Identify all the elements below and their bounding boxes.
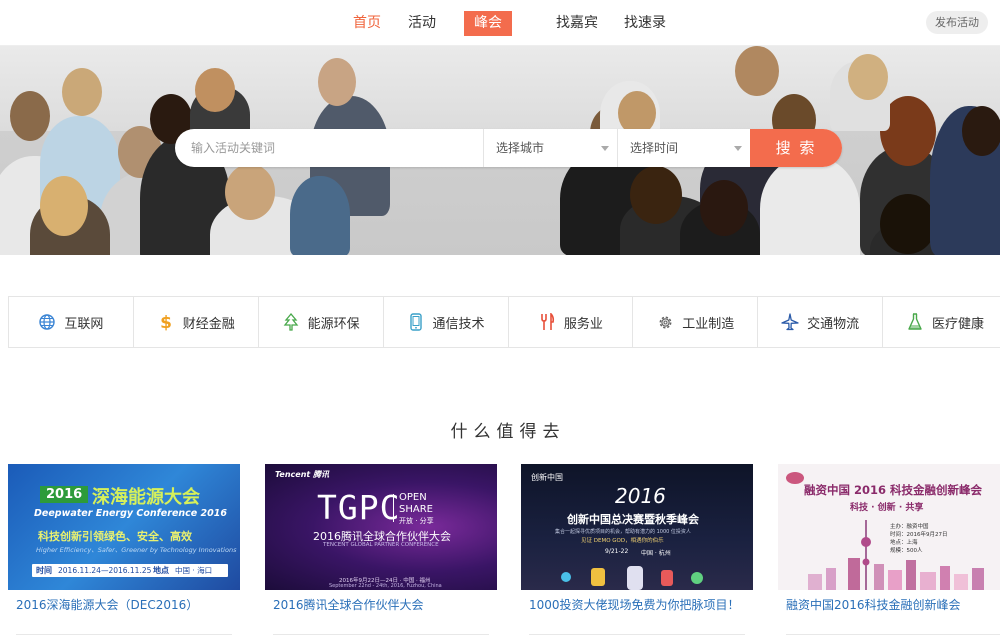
thumb-year: 2016 [615,484,666,508]
category-medical[interactable]: 医疗健康 [883,297,1000,347]
thumb-name: 深海能源大会 [92,487,200,508]
divider [786,634,1000,635]
section-title: 什么值得去 [450,422,566,442]
thumb-share: SHARE [399,504,433,515]
category-bar: 互联网 $ 财经金融 能源环保 通信技术 服务业 工业制造 交通物流 医疗健康 [8,296,1000,348]
event-title[interactable]: 2016深海能源大会（DEC2016） [16,596,236,613]
gear-icon [656,313,674,331]
thumb-share-cn: 开放 · 分享 [399,517,434,525]
thumb-date: 9/21-22 [605,548,629,555]
robot-illustration [541,566,733,590]
category-label: 通信技术 [432,316,485,332]
nav-home[interactable]: 首页 [353,12,381,32]
publish-event-button[interactable]: 发布活动 [926,11,988,34]
time-select[interactable]: 选择时间 [617,129,750,167]
category-label: 互联网 [64,316,104,332]
divider [529,634,745,635]
thumb-date: 2016.11.24—2016.11.25 [58,566,152,575]
search-input[interactable] [175,129,483,167]
flask-icon [906,313,924,331]
category-label: 交通物流 [807,316,860,332]
thumb-demo: 见证 DEMO GOD，相遇你的伯乐 [581,538,664,544]
thumb-place-label: 地点 [153,566,169,575]
thumb-place: 中国 · 海口 [175,566,213,575]
city-select[interactable]: 选择城市 [483,129,617,167]
event-title[interactable]: 2016腾讯全球合作伙伴大会 [273,596,493,613]
divider [16,634,232,635]
tree-icon [282,313,300,331]
thumb-brand: 创新中国 [531,473,563,482]
city-select-label: 选择城市 [496,141,545,155]
event-card[interactable]: 2016 深海能源大会 Deepwater Energy Conference … [8,464,240,641]
phone-icon [407,313,425,331]
thumb-en: Deepwater Energy Conference 2016 [34,508,227,519]
event-thumbnail[interactable]: 融资中国 2016 科技金融创新峰会 科技 · 创新 · 共享 主办：融资中国 … [778,464,1000,590]
thumb-brand: Tencent 腾讯 [275,470,330,479]
category-internet[interactable]: 互联网 [9,297,134,347]
logo-mark [786,472,804,484]
thumb-date-en: September 22nd - 24th, 2016, Fuzhou, Chi… [329,583,442,589]
thumb-en: TENCENT GLOBAL PARTNER CONFERENCE [323,542,439,548]
category-label: 能源环保 [307,316,360,332]
thumb-year: 2016 [40,486,89,503]
thumb-slogan: 科技创新引领绿色、安全、高效 [38,530,192,543]
divider [273,634,489,635]
category-transport[interactable]: 交通物流 [758,297,884,347]
event-thumbnail[interactable]: 创新中国 2016 创新中国总决赛暨秋季峰会 集合一起探寻优质项目的机会，帮助有… [521,464,753,590]
thumb-desc: 集合一起探寻优质项目的机会，帮助有潜力的 1000 位投资人 [555,529,691,535]
event-title[interactable]: 1000投资大佬现场免费为你把脉项目！ [529,596,749,613]
nav-events[interactable]: 活动 [408,12,436,32]
time-select-label: 选择时间 [630,141,679,155]
event-card[interactable]: Tencent 腾讯 TGPC OPEN SHARE 开放 · 分享 2016腾… [265,464,497,641]
nav-summit[interactable]: 峰会 [464,11,512,36]
category-telecom[interactable]: 通信技术 [384,297,509,347]
thumb-name: 融资中国 2016 科技金融创新峰会 [804,483,983,497]
nav-find-stenographer[interactable]: 找速录 [624,12,666,32]
svg-text:$: $ [160,313,172,331]
chevron-down-icon [601,146,609,151]
dollar-icon: $ [157,313,175,331]
category-label: 服务业 [563,316,603,332]
chevron-down-icon [734,146,742,151]
thumb-date-label: 时间 [36,566,52,575]
globe-icon [38,313,56,331]
category-label: 医疗健康 [932,316,985,332]
category-finance[interactable]: $ 财经金融 [134,297,259,347]
thumb-slogan: 科技 · 创新 · 共享 [850,503,924,513]
search-button[interactable]: 搜 索 [750,129,842,167]
top-navigation: 首页 活动 峰会 找嘉宾 找速录 发布活动 [0,0,1000,46]
hero-banner: 选择城市 选择时间 搜 索 [0,46,1000,255]
event-thumbnail[interactable]: Tencent 腾讯 TGPC OPEN SHARE 开放 · 分享 2016腾… [265,464,497,590]
thumb-logo: TGPC [317,488,401,527]
event-title[interactable]: 融资中国2016科技金融创新峰会 [786,596,1000,613]
category-label: 工业制造 [682,316,735,332]
event-card[interactable]: 创新中国 2016 创新中国总决赛暨秋季峰会 集合一起探寻优质项目的机会，帮助有… [521,464,753,641]
skyline-illustration [808,520,984,590]
plane-icon [781,313,799,331]
category-manufacturing[interactable]: 工业制造 [633,297,759,347]
search-bar: 选择城市 选择时间 搜 索 [175,129,842,167]
thumb-slogan-en: Higher Efficiency、Safer、Greener by Techn… [36,546,237,554]
nav-find-guest[interactable]: 找嘉宾 [556,12,598,32]
cutlery-icon [538,313,556,331]
category-service[interactable]: 服务业 [509,297,634,347]
event-card[interactable]: 融资中国 2016 科技金融创新峰会 科技 · 创新 · 共享 主办：融资中国 … [778,464,1000,641]
thumb-place: 中国 · 杭州 [641,550,671,557]
category-energy[interactable]: 能源环保 [259,297,384,347]
event-thumbnail[interactable]: 2016 深海能源大会 Deepwater Energy Conference … [8,464,240,590]
category-label: 财经金融 [182,316,235,332]
thumb-name: 创新中国总决赛暨秋季峰会 [567,513,699,526]
thumb-open: OPEN [399,492,427,503]
